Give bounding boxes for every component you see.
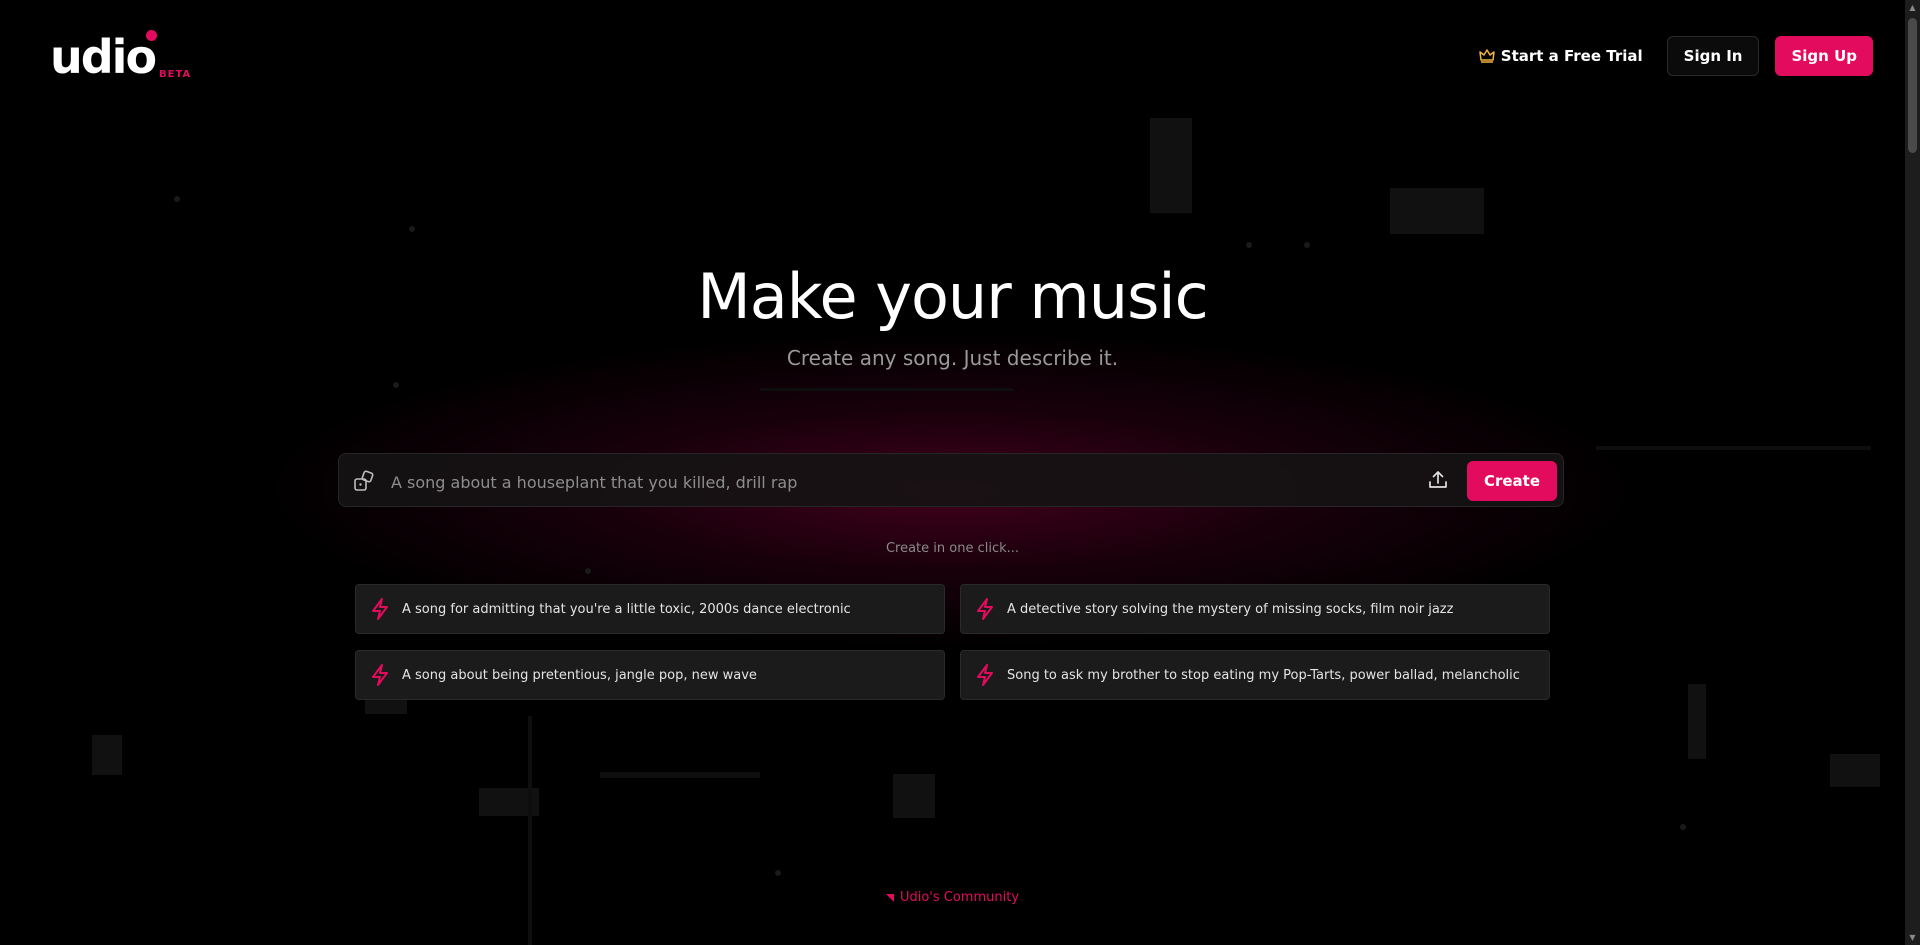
background-tile (479, 788, 539, 816)
background-tile (92, 735, 122, 775)
background-tile (893, 774, 935, 818)
dice-icon[interactable] (353, 470, 375, 492)
start-free-trial-link[interactable]: Start a Free Trial (1471, 47, 1651, 65)
suggestion-item[interactable]: A song for admitting that you're a littl… (355, 584, 945, 634)
top-nav: udio BETA Start a Free Trial Sign In Sig… (0, 0, 1905, 110)
beta-badge: BETA (159, 69, 192, 80)
hero-title: Make your music (697, 260, 1208, 333)
bolt-icon (977, 664, 993, 686)
one-click-heading: Create in one click... (885, 541, 1020, 556)
corner-mark-icon (885, 893, 894, 902)
upload-icon[interactable] (1427, 469, 1449, 491)
bolt-icon (977, 598, 993, 620)
sign-in-button[interactable]: Sign In (1666, 36, 1760, 76)
suggestion-item[interactable]: A detective story solving the mystery of… (960, 584, 1550, 634)
nav-actions: Start a Free Trial Sign In Sign Up (1471, 36, 1873, 76)
scroll-up-arrow-icon[interactable]: ▲ (1905, 0, 1920, 15)
community-section-label: Udio's Community (0, 890, 1905, 905)
background-dot (775, 870, 781, 876)
suggestion-label: A song about being pretentious, jangle p… (402, 667, 757, 683)
hero-subtitle: Create any song. Just describe it. (786, 346, 1119, 370)
start-free-trial-label: Start a Free Trial (1500, 47, 1643, 65)
background-line (528, 716, 532, 945)
background-tile (1390, 188, 1484, 234)
logo-wordmark: udio (50, 30, 157, 84)
logo-dot-icon (146, 30, 157, 41)
background-dot (1304, 242, 1310, 248)
page: udio BETA Start a Free Trial Sign In Sig… (0, 0, 1905, 945)
udio-logo[interactable]: udio BETA (50, 30, 192, 84)
suggestion-item[interactable]: Song to ask my brother to stop eating my… (960, 650, 1550, 700)
prompt-bar: Create (338, 453, 1564, 507)
background-dot (585, 568, 591, 574)
crown-icon (1479, 49, 1495, 63)
background-dot (174, 196, 180, 202)
background-line (1596, 446, 1871, 450)
suggestion-item[interactable]: A song about being pretentious, jangle p… (355, 650, 945, 700)
background-line (600, 772, 760, 778)
background-tile (1688, 684, 1706, 759)
scroll-thumb[interactable] (1908, 18, 1917, 153)
create-button[interactable]: Create (1467, 461, 1557, 501)
suggestion-label: A detective story solving the mystery of… (1007, 601, 1454, 617)
sign-up-button[interactable]: Sign Up (1775, 36, 1873, 76)
suggestion-grid: A song for admitting that you're a littl… (355, 584, 1550, 700)
community-label: Udio's Community (899, 890, 1020, 905)
bolt-icon (372, 598, 388, 620)
background-tile (1150, 118, 1192, 213)
background-tile (1830, 754, 1880, 787)
suggestion-label: Song to ask my brother to stop eating my… (1007, 667, 1520, 683)
background-dot (409, 226, 415, 232)
prompt-input[interactable] (389, 466, 1393, 498)
bolt-icon (372, 664, 388, 686)
suggestion-label: A song for admitting that you're a littl… (402, 601, 851, 617)
scroll-down-arrow-icon[interactable]: ▼ (1905, 930, 1920, 945)
page-scrollbar[interactable]: ▲ ▼ (1905, 0, 1920, 945)
background-dot (1680, 824, 1686, 830)
background-tile (365, 700, 407, 714)
background-line (760, 388, 1014, 391)
background-dot (1246, 242, 1252, 248)
background-dot (393, 382, 399, 388)
